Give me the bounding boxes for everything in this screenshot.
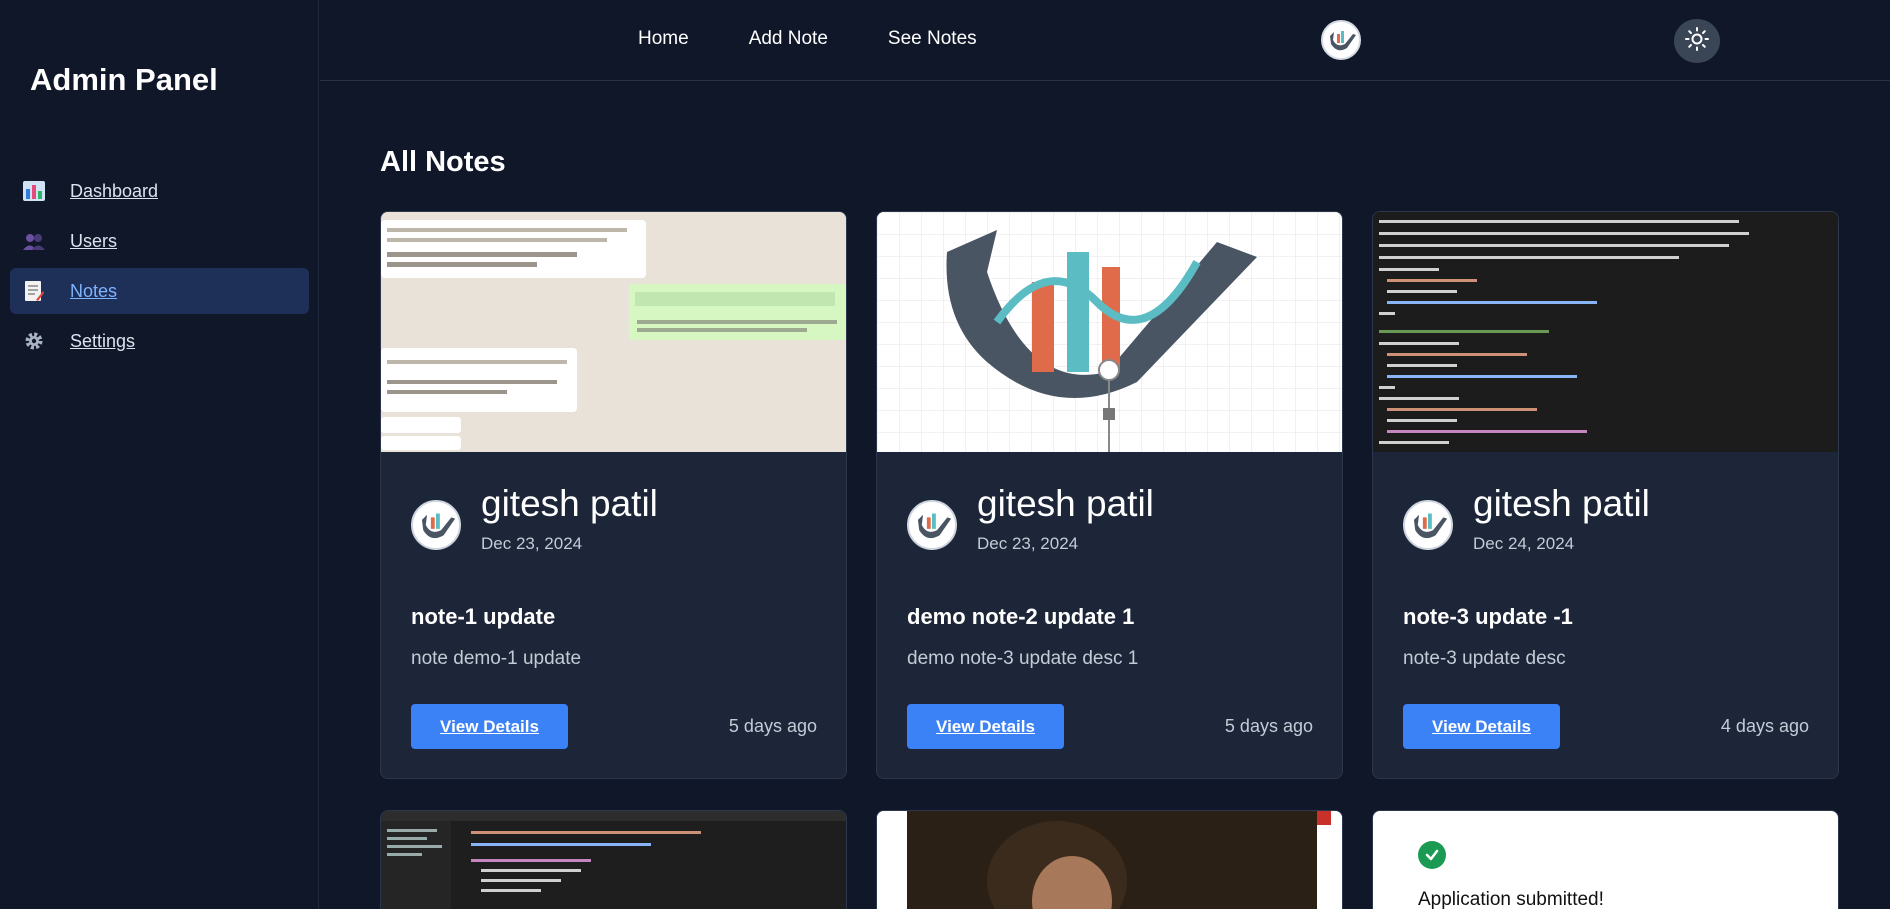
author-avatar — [1403, 500, 1453, 550]
sidebar-nav: Dashboard Users Notes Settings — [10, 168, 309, 368]
sidebar-item-notes[interactable]: Notes — [10, 268, 309, 314]
note-card: gitesh patil Dec 23, 2024 note-1 update … — [380, 211, 847, 779]
author-row: gitesh patil Dec 24, 2024 — [1403, 482, 1650, 554]
user-avatar[interactable] — [1321, 20, 1361, 60]
view-details-button[interactable]: View Details — [411, 704, 568, 749]
relative-time: 5 days ago — [1224, 716, 1313, 736]
note-date: Dec 23, 2024 — [977, 534, 1079, 553]
relative-time: 4 days ago — [1720, 716, 1809, 736]
sidebar-item-label: Users — [70, 230, 118, 251]
sidebar-item-users[interactable]: Users — [10, 218, 309, 264]
top-navbar: Home Add Note See Notes — [320, 0, 1890, 81]
gear-icon — [22, 329, 46, 353]
sidebar-item-label: Dashboard — [70, 180, 159, 201]
note-description: demo note-3 update desc 1 — [907, 648, 1139, 669]
note-card-body: gitesh patil Dec 23, 2024 note-1 update … — [381, 452, 846, 778]
note-image[interactable] — [1373, 212, 1838, 452]
sidebar-item-label: Notes — [70, 280, 118, 301]
author-avatar — [411, 500, 461, 550]
users-icon — [22, 229, 46, 253]
note-image-partial[interactable] — [380, 810, 847, 909]
author-name: gitesh patil — [1473, 483, 1650, 524]
author-row: gitesh patil Dec 23, 2024 — [411, 482, 658, 554]
nav-home-link[interactable]: Home — [638, 28, 689, 50]
note-description: note-3 update desc — [1403, 648, 1566, 669]
sidebar-item-dashboard[interactable]: Dashboard — [10, 168, 309, 214]
note-card: gitesh patil Dec 23, 2024 demo note-2 up… — [876, 211, 1343, 779]
note-icon — [22, 279, 46, 303]
sidebar: Admin Panel Dashboard Users Notes Settin… — [0, 0, 319, 909]
sun-icon — [1685, 26, 1709, 56]
note-description: note demo-1 update — [411, 648, 582, 669]
note-card: gitesh patil Dec 24, 2024 note-3 update … — [1372, 211, 1839, 779]
note-image[interactable] — [877, 212, 1342, 452]
note-title: note-1 update — [411, 604, 556, 629]
author-name: gitesh patil — [977, 483, 1154, 524]
note-date: Dec 23, 2024 — [481, 534, 583, 553]
note-image-partial[interactable] — [876, 810, 1343, 909]
note-image[interactable] — [381, 212, 846, 452]
check-circle-icon — [1418, 841, 1446, 869]
relative-time: 5 days ago — [728, 716, 817, 736]
sidebar-item-label: Settings — [70, 330, 136, 351]
note-card-body: gitesh patil Dec 23, 2024 demo note-2 up… — [877, 452, 1342, 778]
page-title: All Notes — [380, 146, 506, 178]
sidebar-item-settings[interactable]: Settings — [10, 318, 309, 364]
application-card: Application submitted! — [1372, 810, 1839, 909]
view-details-button[interactable]: View Details — [1403, 704, 1560, 749]
author-name: gitesh patil — [481, 483, 658, 524]
application-status-text: Application submitted! — [1418, 889, 1604, 909]
theme-toggle-button[interactable] — [1674, 19, 1720, 63]
top-nav: Home Add Note See Notes — [638, 28, 977, 50]
bar-chart-icon — [22, 179, 46, 203]
note-date: Dec 24, 2024 — [1473, 534, 1575, 553]
note-title: demo note-2 update 1 — [907, 604, 1135, 629]
view-details-button[interactable]: View Details — [907, 704, 1064, 749]
note-card-body: gitesh patil Dec 24, 2024 note-3 update … — [1373, 452, 1838, 778]
note-title: note-3 update -1 — [1403, 604, 1573, 629]
nav-see-notes-link[interactable]: See Notes — [888, 28, 977, 50]
author-avatar — [907, 500, 957, 550]
nav-add-note-link[interactable]: Add Note — [749, 28, 828, 50]
brand-title: Admin Panel — [30, 62, 218, 97]
author-row: gitesh patil Dec 23, 2024 — [907, 482, 1154, 554]
